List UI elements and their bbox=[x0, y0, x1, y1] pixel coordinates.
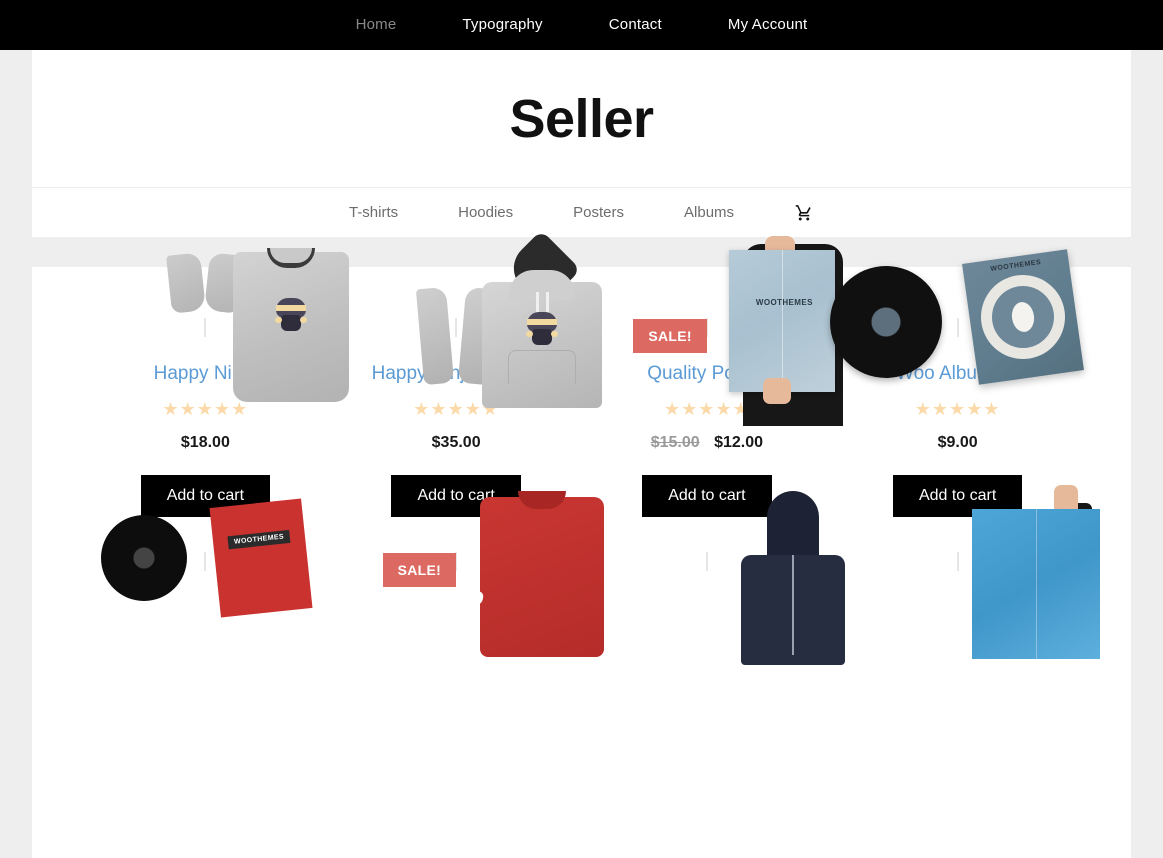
product-price: $9.00 bbox=[840, 434, 1075, 452]
site-header-card: Seller T-shirts Hoodies Posters Albums bbox=[32, 50, 1131, 237]
primary-nav: Home Typography Contact My Account bbox=[323, 0, 841, 50]
product-price: $35.00 bbox=[339, 434, 574, 452]
product-thumbnail-link[interactable]: SALE! Woo bbox=[382, 491, 605, 658]
add-to-cart-button[interactable]: Add to cart bbox=[642, 474, 772, 517]
product-card[interactable] bbox=[832, 485, 1100, 660]
product-thumbnail-link[interactable] bbox=[166, 247, 350, 402]
shopnav-item-posters[interactable]: Posters bbox=[543, 188, 654, 238]
product-thumbnail-link[interactable] bbox=[705, 491, 845, 666]
product-rating-stars: ★★★★★ bbox=[162, 398, 249, 419]
product-price: $15.00 $12.00 bbox=[590, 434, 825, 452]
price-current: $12.00 bbox=[714, 433, 764, 451]
price-original: $15.00 bbox=[650, 433, 700, 451]
product-card[interactable] bbox=[582, 491, 845, 666]
nav-item-my-account[interactable]: My Account bbox=[695, 0, 841, 50]
price-current: $35.00 bbox=[431, 433, 481, 451]
page-title: Seller bbox=[509, 88, 654, 149]
product-card[interactable]: WOOTHEMES bbox=[80, 498, 331, 618]
shopping-cart-icon bbox=[794, 204, 814, 222]
product-card[interactable]: WOOTHEMES Woo Album #1 ★★★★★ $9.00 Add t… bbox=[829, 248, 1084, 517]
site-title-area: Seller bbox=[32, 50, 1131, 187]
sale-badge: SALE! bbox=[633, 319, 707, 353]
product-rating-stars: ★★★★★ bbox=[914, 398, 1001, 419]
product-thumbnail-link[interactable]: SALE! WOOTHEMES bbox=[633, 235, 843, 426]
product-card[interactable]: SALE! WOOTHEMES bbox=[582, 235, 843, 517]
top-navigation-bar: Home Typography Contact My Account bbox=[0, 0, 1163, 50]
products-card: Happy Ninja ★★★★★ $18.00 Add to cart Hap… bbox=[32, 229, 1131, 858]
product-grid: Happy Ninja ★★★★★ $18.00 Add to cart Hap… bbox=[80, 229, 1100, 666]
sale-badge: SALE! bbox=[382, 552, 457, 587]
product-thumbnail-link[interactable] bbox=[956, 485, 1100, 660]
shopnav-item-albums[interactable]: Albums bbox=[654, 188, 764, 238]
shop-category-nav: T-shirts Hoodies Posters Albums bbox=[32, 187, 1131, 237]
price-current: $18.00 bbox=[180, 433, 230, 451]
page-wrapper: Seller T-shirts Hoodies Posters Albums H… bbox=[0, 50, 1163, 858]
product-thumbnail-link[interactable]: WOOTHEMES bbox=[829, 248, 1084, 385]
cart-link[interactable] bbox=[764, 204, 844, 222]
product-card[interactable]: Happy Ninja ★★★★★ $18.00 Add to cart bbox=[80, 247, 350, 517]
nav-item-home[interactable]: Home bbox=[323, 0, 430, 50]
nav-item-typography[interactable]: Typography bbox=[429, 0, 575, 50]
product-card[interactable]: Happy Ninja Hoodie ★★★★★ $35.00 Add to c… bbox=[331, 229, 603, 517]
product-card[interactable]: SALE! Woo bbox=[331, 491, 605, 658]
shopnav-item-tshirts[interactable]: T-shirts bbox=[319, 188, 428, 238]
nav-item-contact[interactable]: Contact bbox=[576, 0, 695, 50]
product-thumbnail-link[interactable] bbox=[415, 229, 603, 408]
product-price: $18.00 bbox=[88, 434, 323, 452]
shopnav-item-hoodies[interactable]: Hoodies bbox=[428, 188, 543, 238]
product-thumbnail-link[interactable]: WOOTHEMES bbox=[101, 498, 313, 618]
price-current: $9.00 bbox=[937, 433, 978, 451]
